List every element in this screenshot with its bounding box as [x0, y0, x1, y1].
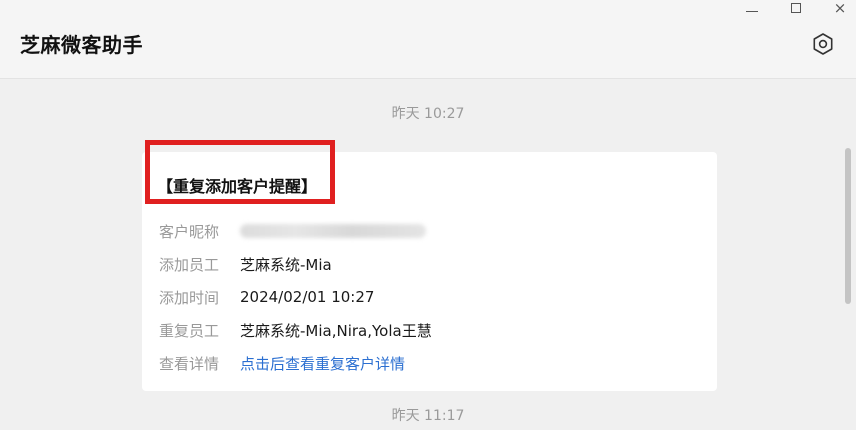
title-bar: 芝麻微客助手 × — [0, 0, 856, 79]
minimize-icon — [746, 10, 758, 12]
row-customer-nickname: 客户昵称 — [159, 220, 426, 242]
duplicate-customer-card: 【重复添加客户提醒】 客户昵称 添加员工 芝麻系统-Mia 添加时间 2024/… — [142, 140, 717, 391]
maximize-button[interactable] — [786, 0, 806, 16]
maximize-icon — [791, 3, 801, 13]
card-title: 【重复添加客户提醒】 — [157, 177, 318, 196]
row-value: 2024/02/01 10:27 — [240, 288, 375, 306]
view-details-link[interactable]: 点击后查看重复客户详情 — [240, 353, 405, 374]
row-view-details: 查看详情 点击后查看重复客户详情 — [159, 352, 405, 374]
row-label: 添加员工 — [159, 255, 220, 274]
row-added-staff: 添加员工 芝麻系统-Mia — [159, 253, 332, 275]
chat-area: 昨天 10:27 【重复添加客户提醒】 客户昵称 添加员工 芝麻系统-Mia 添… — [0, 79, 856, 430]
app-title: 芝麻微客助手 — [20, 33, 143, 57]
row-label: 添加时间 — [159, 288, 220, 307]
row-added-time: 添加时间 2024/02/01 10:27 — [159, 286, 374, 308]
settings-icon[interactable] — [811, 32, 835, 56]
row-label: 查看详情 — [159, 354, 220, 373]
message-timestamp: 昨天 10:27 — [391, 106, 465, 122]
row-duplicate-staff: 重复员工 芝麻系统-Mia,Nira,Yola王慧 — [159, 319, 432, 341]
message-timestamp: 昨天 11:17 — [391, 408, 465, 424]
row-label: 重复员工 — [159, 321, 220, 340]
row-value: 芝麻系统-Mia,Nira,Yola王慧 — [240, 321, 432, 340]
minimize-button[interactable] — [742, 0, 762, 16]
scrollbar-thumb[interactable] — [845, 148, 851, 304]
close-button[interactable]: × — [830, 0, 850, 16]
row-value: 芝麻系统-Mia — [240, 255, 332, 274]
row-label: 客户昵称 — [159, 222, 220, 241]
blurred-nickname — [240, 224, 426, 238]
